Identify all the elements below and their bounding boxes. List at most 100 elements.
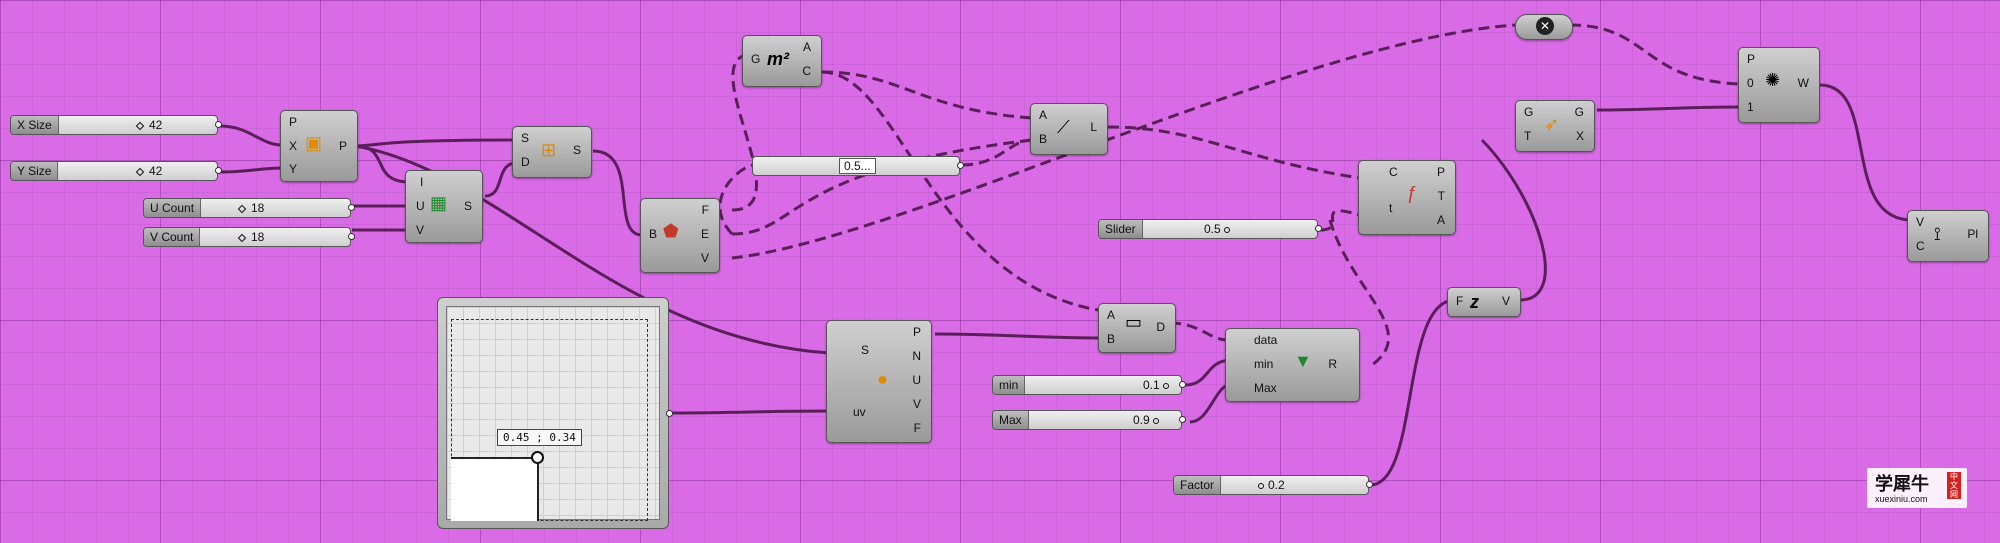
output-port[interactable] (1179, 416, 1186, 423)
output-t: T (1437, 189, 1445, 203)
input-v: V (416, 223, 425, 237)
output-e: E (700, 227, 709, 241)
slider-label: Y Size (11, 162, 59, 180)
output-port[interactable] (215, 121, 222, 128)
input-c: C (1389, 165, 1398, 179)
slider-slider[interactable]: Slider 0.5 (1098, 219, 1322, 239)
evaluate-curve-component[interactable]: C t ƒ P T A (1358, 160, 1456, 235)
v-count-slider[interactable]: V Count 18 (143, 227, 355, 247)
slider-label: Max (993, 411, 1029, 429)
slider-value: 42 (149, 164, 163, 178)
move-component[interactable]: G T ➶ G X (1515, 100, 1595, 152)
input-t: t (1389, 201, 1393, 215)
output-port[interactable] (348, 204, 355, 211)
wire (1569, 23, 1741, 86)
slider-grip-icon[interactable] (237, 233, 247, 243)
md-handle-icon[interactable] (531, 451, 544, 464)
input-g: G (751, 52, 761, 66)
md-slider-area[interactable]: 0.45 ; 0.34 (446, 306, 660, 521)
distance-icon: ▭ (1125, 312, 1143, 332)
relay-node[interactable]: ✕ (1515, 14, 1573, 40)
rectangle-component[interactable]: I U V ▦ S (405, 170, 483, 243)
move-icon: ➶ (1544, 114, 1560, 134)
output-p: P (912, 325, 921, 339)
output-a: A (802, 40, 811, 54)
max-slider[interactable]: Max 0.9 (992, 410, 1186, 430)
distance-component[interactable]: A B ▭ D (1098, 303, 1176, 353)
watermark-badge: 中文网 (1947, 472, 1961, 499)
y-size-slider[interactable]: Y Size 42 (10, 161, 222, 181)
slider-grip-icon[interactable] (1163, 382, 1170, 389)
output-port[interactable] (1366, 481, 1373, 488)
slider-value: 0.5... (839, 158, 876, 174)
input-max: Max (1254, 381, 1277, 395)
u-count-slider[interactable]: U Count 18 (143, 198, 355, 218)
output-port[interactable] (1315, 225, 1322, 232)
output-c: C (802, 64, 811, 78)
unnamed-slider[interactable]: 0.5... (752, 156, 964, 176)
output-l: L (1090, 120, 1097, 134)
slider-grip-icon[interactable] (135, 121, 145, 131)
evaluate-surface-component[interactable]: S uv ● P N U V F (826, 320, 932, 443)
md-selection (451, 457, 539, 521)
output-w: W (1797, 76, 1809, 90)
input-u: U (416, 199, 425, 213)
output-port[interactable] (215, 167, 222, 174)
output-port[interactable] (348, 233, 355, 240)
deconstruct-brep-component[interactable]: B ⬟ F E V (640, 198, 720, 273)
slider-value: 18 (251, 201, 265, 215)
output-v: V (912, 397, 921, 411)
wire (671, 409, 831, 415)
output-port[interactable] (1179, 381, 1186, 388)
slider-grip-icon[interactable] (135, 167, 145, 177)
input-a: A (1107, 308, 1116, 322)
output-p: P (1436, 165, 1445, 179)
slider-grip-icon[interactable] (1224, 226, 1231, 233)
input-b: B (649, 227, 658, 241)
min-slider[interactable]: min 0.1 (992, 375, 1186, 395)
remap-component[interactable]: data min Max ▼ R (1225, 328, 1360, 402)
md-slider[interactable]: 0.45 ; 0.34 (437, 297, 673, 529)
slider-grip-icon[interactable] (1153, 417, 1160, 424)
slider-grip-icon[interactable] (237, 204, 247, 214)
close-icon[interactable]: ✕ (1536, 17, 1554, 35)
x-size-slider[interactable]: X Size 42 (10, 115, 222, 135)
slider-value: 0.2 (1268, 478, 1285, 492)
slider-value: 0.5 (1204, 222, 1221, 236)
input-p: P (1747, 52, 1756, 66)
line-component[interactable]: A B ⟋ L (1030, 103, 1108, 155)
watermark-title: 学犀牛 (1875, 474, 1929, 494)
input-f: F (1456, 294, 1464, 308)
wire (219, 166, 283, 174)
output-s: S (463, 199, 472, 213)
slider-grip-icon[interactable] (1258, 482, 1264, 489)
md-readout: 0.45 ; 0.34 (497, 429, 582, 446)
output-f: F (913, 421, 921, 435)
orient-component[interactable]: P 0 1 ✺ W (1738, 47, 1820, 123)
input-uv: uv (853, 405, 866, 419)
output-v: V (1501, 294, 1510, 308)
input-data: data (1254, 333, 1278, 347)
divide-component[interactable]: S D ⊞ S (512, 126, 592, 178)
factor-slider[interactable]: Factor 0.2 (1173, 475, 1373, 495)
unit-z-component[interactable]: F z V (1447, 287, 1521, 317)
input-y: Y (289, 162, 298, 176)
slider-value: 18 (251, 230, 265, 244)
output-port[interactable] (957, 162, 964, 169)
slider-label: U Count (144, 199, 202, 217)
output-n: N (912, 349, 921, 363)
area-icon: m² (767, 49, 789, 69)
area-component[interactable]: G m² A C (742, 35, 822, 87)
slider-label: X Size (11, 116, 59, 134)
wire (1480, 138, 1547, 302)
wire (934, 332, 1105, 340)
plane-component[interactable]: P X Y ▣ P (280, 110, 358, 182)
line-icon: ⟋ (1057, 117, 1070, 137)
input-p: P (289, 115, 298, 129)
slider-value: 0.1 (1143, 378, 1160, 392)
watermark-url: xuexiniu.com (1875, 494, 1928, 504)
wire (1169, 321, 1228, 342)
polyline-component[interactable]: V C ⟟ Pl (1907, 210, 1989, 262)
polyline-icon: ⟟ (1934, 224, 1941, 244)
output-port[interactable] (666, 410, 673, 417)
